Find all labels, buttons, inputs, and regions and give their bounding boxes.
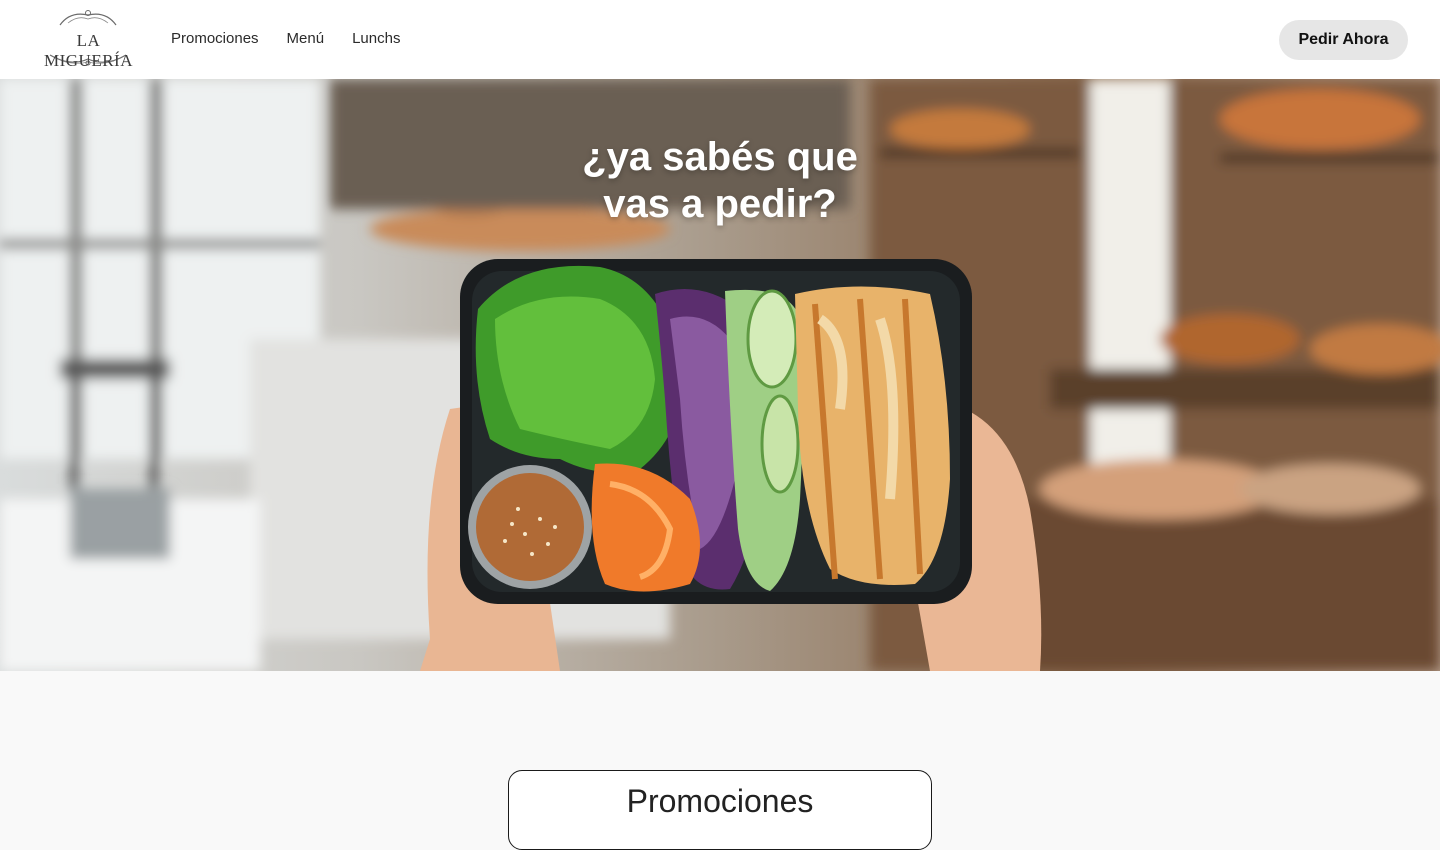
site-header: LA MIGUERÍA Promociones Menú Lunchs Pedi…	[0, 0, 1440, 79]
main-nav: Promociones Menú Lunchs	[171, 30, 400, 47]
order-now-button[interactable]: Pedir Ahora	[1279, 20, 1408, 60]
nav-promociones[interactable]: Promociones	[171, 30, 259, 47]
hero-banner: ¿ya sabés que vas a pedir?	[0, 79, 1440, 671]
hero-headline-line-1: ¿ya sabés que	[582, 135, 858, 179]
brand-logo[interactable]: LA MIGUERÍA	[40, 5, 137, 70]
nav-menu[interactable]: Menú	[287, 30, 325, 47]
logo-wordmark: LA MIGUERÍA	[44, 31, 133, 70]
promociones-card[interactable]: Promociones	[508, 770, 932, 850]
promociones-section: Promociones	[0, 671, 1440, 850]
hero-headline: ¿ya sabés que vas a pedir?	[0, 134, 1440, 228]
hero-headline-line-2: vas a pedir?	[603, 182, 837, 226]
nav-lunchs[interactable]: Lunchs	[352, 30, 400, 47]
section-title: Promociones	[626, 783, 814, 819]
